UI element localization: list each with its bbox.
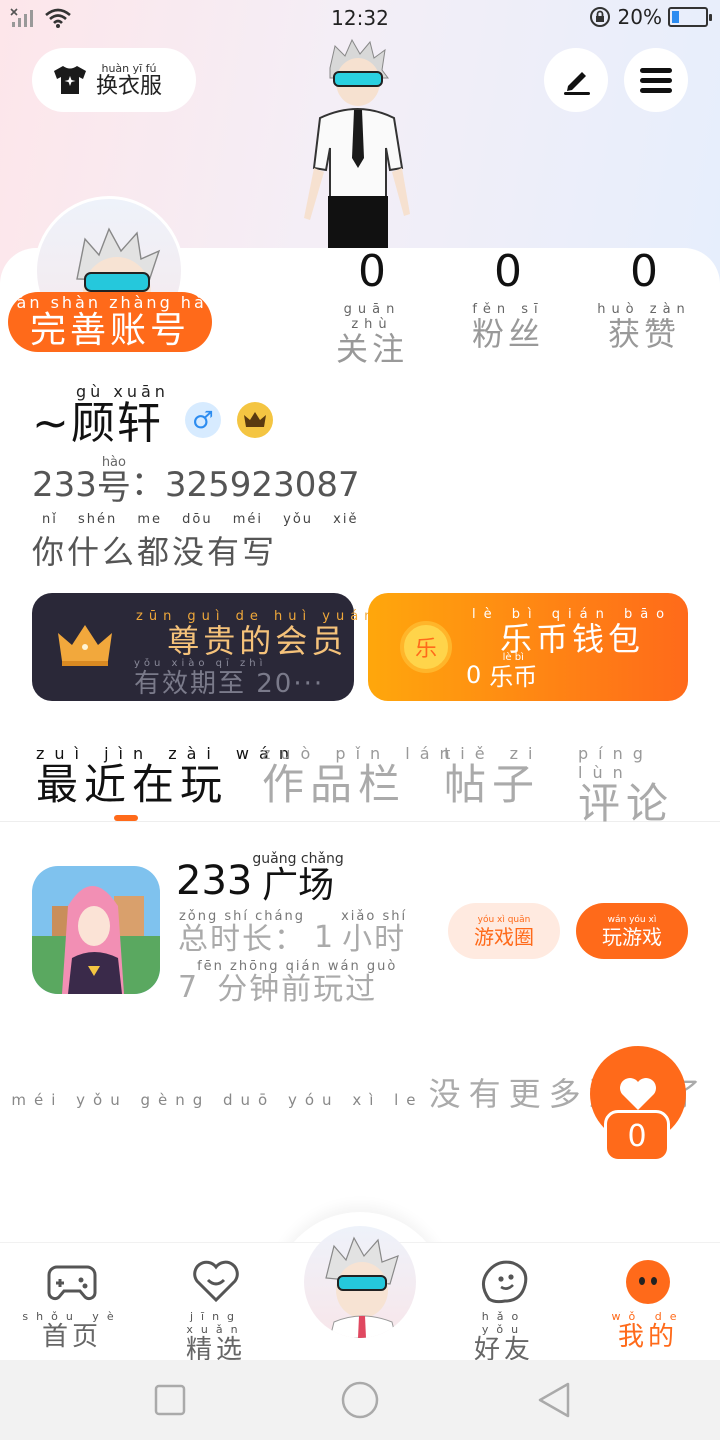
avatar-image: [325, 1236, 399, 1338]
username-row: gù xuān ~顾轩 ♂: [32, 384, 273, 446]
battery-icon: [668, 7, 712, 27]
nav-me[interactable]: wǒ de 我的: [598, 1258, 698, 1352]
rotation-lock-icon: [589, 7, 610, 27]
coin-icon: 乐: [400, 621, 452, 673]
game-icon[interactable]: [32, 866, 160, 994]
status-bar: 12:32 20%: [0, 0, 720, 36]
back-triangle-icon[interactable]: [534, 1380, 574, 1420]
nav-home[interactable]: shǒu yè 首页: [22, 1258, 122, 1352]
tab-works[interactable]: zuò pǐn lán 作品栏: [262, 744, 460, 807]
system-navigation-bar: [0, 1360, 720, 1440]
avatar-3d-figure[interactable]: [290, 38, 420, 248]
gamepad-icon: [47, 1265, 97, 1301]
male-icon: ♂: [184, 402, 221, 438]
wallet-card[interactable]: 乐 lè bì qián bāo 乐币钱包 0 lè bì 乐币: [368, 593, 688, 701]
tab-indicator: [114, 815, 138, 821]
nav-avatar-button[interactable]: [304, 1226, 416, 1338]
stat-following[interactable]: 0 guān zhù 关注: [322, 250, 422, 367]
home-circle-icon[interactable]: [340, 1380, 380, 1420]
menu-button[interactable]: [624, 48, 688, 112]
bio: nǐ shén me dōu méi yǒu xiě 你什么都没有写: [32, 512, 359, 571]
user-id: 233 hào 号 ： 325923087: [32, 455, 360, 508]
recent-apps-icon[interactable]: [154, 1384, 186, 1416]
outfit-label: huàn yī fú 换衣服: [96, 61, 163, 99]
nav-featured[interactable]: jīng xuǎn 精选: [166, 1258, 266, 1365]
friend-blob-icon: [482, 1260, 528, 1304]
heart-smile-icon: [193, 1260, 239, 1303]
last-played: 7 fēn zhōng qián wán guò 分钟前玩过: [178, 959, 398, 1007]
tab-recently-played[interactable]: zuì jìn zài wán 最近在玩: [36, 744, 299, 807]
game-circle-button[interactable]: yóu xì quān 游戏圈: [448, 903, 560, 959]
me-face-icon: [626, 1260, 670, 1304]
battery-percent: 20%: [617, 5, 662, 29]
battery-fill: [672, 11, 680, 23]
menu-icon: [640, 68, 672, 93]
pencil-icon: [564, 72, 590, 95]
tab-posts[interactable]: tiě zi 帖子: [444, 744, 543, 807]
change-outfit-button[interactable]: huàn yī fú 换衣服: [32, 48, 196, 112]
status-right: 20%: [588, 5, 712, 29]
complete-account-button[interactable]: wán shàn zhàng hào 完善账号: [0, 292, 217, 352]
crown-icon: [58, 625, 112, 666]
stat-fans[interactable]: 0 fěn sī 粉丝: [458, 250, 558, 352]
edit-profile-button[interactable]: [544, 48, 608, 112]
username: ~顾轩: [32, 398, 163, 449]
nav-friends[interactable]: hǎo yǒu 好友: [454, 1258, 554, 1365]
stat-likes[interactable]: 0 huò zàn 获赞: [594, 250, 694, 352]
tab-comments[interactable]: píng lùn 评论: [578, 744, 720, 826]
coin-amount: 0: [466, 661, 482, 689]
crown-icon[interactable]: [236, 402, 273, 438]
like-count: 0: [604, 1110, 670, 1162]
game-title[interactable]: 233 guǎng chǎng 广场: [176, 852, 344, 904]
vip-membership-card[interactable]: zūn guì de huì yuán 尊贵的会员 yǒu xiào qī zhì…: [32, 593, 372, 701]
heart-icon: [620, 1078, 656, 1110]
tshirt-icon: [54, 66, 86, 94]
play-game-button[interactable]: wán yóu xì 玩游戏: [576, 903, 688, 959]
play-duration: zǒng shí cháng 总时长： 1 xiǎo shí 小时: [178, 909, 408, 957]
